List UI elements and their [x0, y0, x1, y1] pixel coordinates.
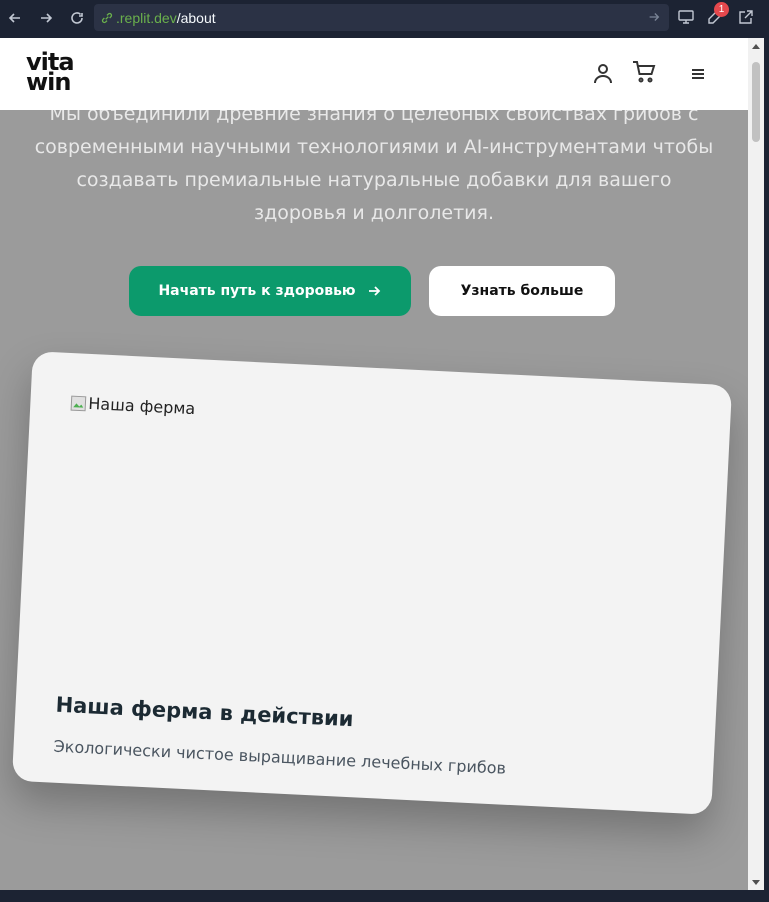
- go-arrow-icon[interactable]: [647, 10, 661, 24]
- start-journey-label: Начать путь к здоровью: [158, 283, 356, 299]
- url-domain: .replit.dev: [116, 9, 177, 26]
- reload-icon[interactable]: [66, 7, 88, 29]
- page-viewport: vita win Мы объединили древние знания о …: [0, 38, 748, 890]
- farm-image: Наша ферма: [70, 393, 196, 418]
- arrow-right-icon: [368, 286, 380, 296]
- open-new-tab-icon[interactable]: [737, 8, 755, 26]
- browser-toolbar: .replit.dev/about 1: [0, 0, 769, 36]
- devices-icon[interactable]: [677, 8, 695, 26]
- start-journey-button[interactable]: Начать путь к здоровью: [129, 266, 411, 316]
- scroll-up-icon[interactable]: [752, 44, 760, 49]
- card-subtitle: Экологически чистое выращивание лечебных…: [53, 736, 507, 778]
- farm-image-alt: Наша ферма: [87, 393, 196, 419]
- learn-more-button[interactable]: Узнать больше: [429, 266, 615, 316]
- menu-icon[interactable]: [686, 62, 710, 90]
- scroll-down-icon[interactable]: [752, 880, 760, 885]
- scroll-thumb[interactable]: [752, 62, 760, 142]
- farm-card: Наша ферма Наша ферма в действии Экологи…: [11, 351, 733, 815]
- cart-icon[interactable]: [632, 60, 656, 88]
- user-icon[interactable]: [591, 61, 615, 89]
- scrollbar[interactable]: [748, 38, 764, 890]
- notification-badge: 1: [714, 2, 729, 17]
- logo-line-2: win: [26, 68, 71, 96]
- card-title: Наша ферма в действии: [55, 692, 355, 732]
- hero-description: Мы объединили древние знания о целебных …: [34, 103, 714, 224]
- window-bottom-border: [0, 890, 769, 902]
- link-icon: [101, 12, 113, 23]
- url-path: /about: [176, 9, 216, 26]
- broken-image-icon: [70, 395, 87, 411]
- logo[interactable]: vita win: [26, 50, 114, 96]
- url-bar[interactable]: .replit.dev/about: [94, 4, 669, 31]
- forward-icon[interactable]: [35, 7, 57, 29]
- back-icon[interactable]: [4, 7, 26, 29]
- site-header: vita win: [0, 38, 748, 110]
